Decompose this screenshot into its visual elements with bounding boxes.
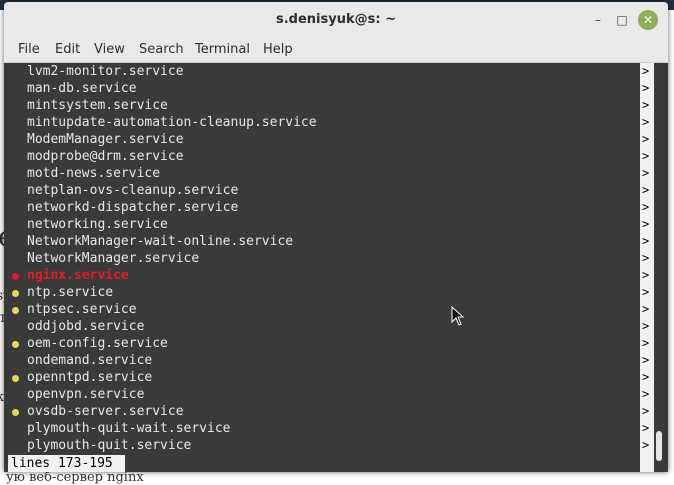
line-truncated-icon: > <box>642 353 650 367</box>
service-line: NetworkManager.service <box>27 251 200 266</box>
service-line: ovsdb-server.service <box>27 404 184 419</box>
service-line: plymouth-quit.service <box>27 438 192 453</box>
service-line: oem-config.service <box>27 336 168 351</box>
line-truncated-icon: > <box>642 421 650 435</box>
inactive-status-dot-icon <box>12 375 19 382</box>
line-truncated-icon: > <box>642 319 650 333</box>
menu-terminal[interactable]: Terminal <box>195 42 250 57</box>
service-line: ntpsec.service <box>27 302 137 317</box>
scrollbar-thumb[interactable] <box>656 431 662 461</box>
line-truncated-icon: > <box>642 251 650 265</box>
service-line: plymouth-quit-wait.service <box>27 421 231 436</box>
service-line: networking.service <box>27 217 168 232</box>
line-truncated-icon: > <box>642 149 650 163</box>
line-truncated-icon: > <box>642 268 650 282</box>
line-truncated-icon: > <box>642 302 650 316</box>
line-truncated-icon: > <box>642 200 650 214</box>
service-line: oddjobd.service <box>27 319 145 334</box>
maximize-button[interactable]: □ <box>612 10 632 30</box>
service-line: ondemand.service <box>27 353 153 368</box>
service-line: netplan-ovs-cleanup.service <box>27 183 239 198</box>
line-truncated-icon: > <box>642 336 650 350</box>
title-bar[interactable]: s.denisyuk@s: ~ – □ ✕ <box>4 2 668 38</box>
line-truncated-icon: > <box>642 166 650 180</box>
terminal-output[interactable]: lines 173-195 lvm2-monitor.service > man-d… <box>4 63 668 472</box>
menu-edit[interactable]: Edit <box>55 42 80 57</box>
inactive-status-dot-icon <box>12 290 19 297</box>
line-truncated-icon: > <box>642 234 650 248</box>
inactive-status-dot-icon <box>12 307 19 314</box>
service-line: ntp.service <box>27 285 114 300</box>
line-truncated-icon: > <box>642 81 650 95</box>
line-truncated-icon: > <box>642 438 650 452</box>
service-line: NetworkManager-wait-online.service <box>27 234 294 249</box>
line-truncated-icon: > <box>642 98 650 112</box>
line-truncated-icon: > <box>642 64 650 78</box>
menu-file[interactable]: File <box>18 42 40 57</box>
line-truncated-icon: > <box>642 370 650 384</box>
service-line: nginx.service <box>27 268 129 283</box>
line-truncated-icon: > <box>642 285 650 299</box>
menu-bar: File Edit View Search Terminal Help <box>4 38 668 63</box>
background-page-text: ую веб-сервер nginx <box>6 470 144 485</box>
service-line: ModemManager.service <box>27 132 184 147</box>
line-truncated-icon: > <box>642 183 650 197</box>
menu-help[interactable]: Help <box>263 42 293 57</box>
service-line: lvm2-monitor.service <box>27 64 184 79</box>
service-line: networkd-dispatcher.service <box>27 200 239 215</box>
inactive-status-dot-icon <box>12 409 19 416</box>
close-button[interactable]: ✕ <box>638 10 658 30</box>
terminal-window[interactable]: s.denisyuk@s: ~ – □ ✕ File Edit View Sea… <box>4 2 668 472</box>
minimize-button[interactable]: – <box>588 10 608 30</box>
service-line: mintsystem.service <box>27 98 168 113</box>
failed-status-dot-icon <box>12 273 19 280</box>
line-truncated-icon: > <box>642 387 650 401</box>
mouse-pointer-icon <box>451 306 465 326</box>
menu-view[interactable]: View <box>94 42 125 57</box>
menu-search[interactable]: Search <box>139 42 184 57</box>
line-truncated-icon: > <box>642 404 650 418</box>
service-line: mintupdate-automation-cleanup.service <box>27 115 317 130</box>
inactive-status-dot-icon <box>12 341 19 348</box>
service-line: openvpn.service <box>27 387 145 402</box>
line-truncated-icon: > <box>642 217 650 231</box>
pager-status: lines 173-195 <box>8 455 125 472</box>
service-line: man-db.service <box>27 81 137 96</box>
service-line: openntpd.service <box>27 370 153 385</box>
line-truncated-icon: > <box>642 132 650 146</box>
service-line: motd-news.service <box>27 166 161 181</box>
scrollbar[interactable] <box>654 63 668 472</box>
window-title: s.denisyuk@s: ~ <box>276 12 396 27</box>
line-truncated-icon: > <box>642 115 650 129</box>
service-line: modprobe@drm.service <box>27 149 184 164</box>
